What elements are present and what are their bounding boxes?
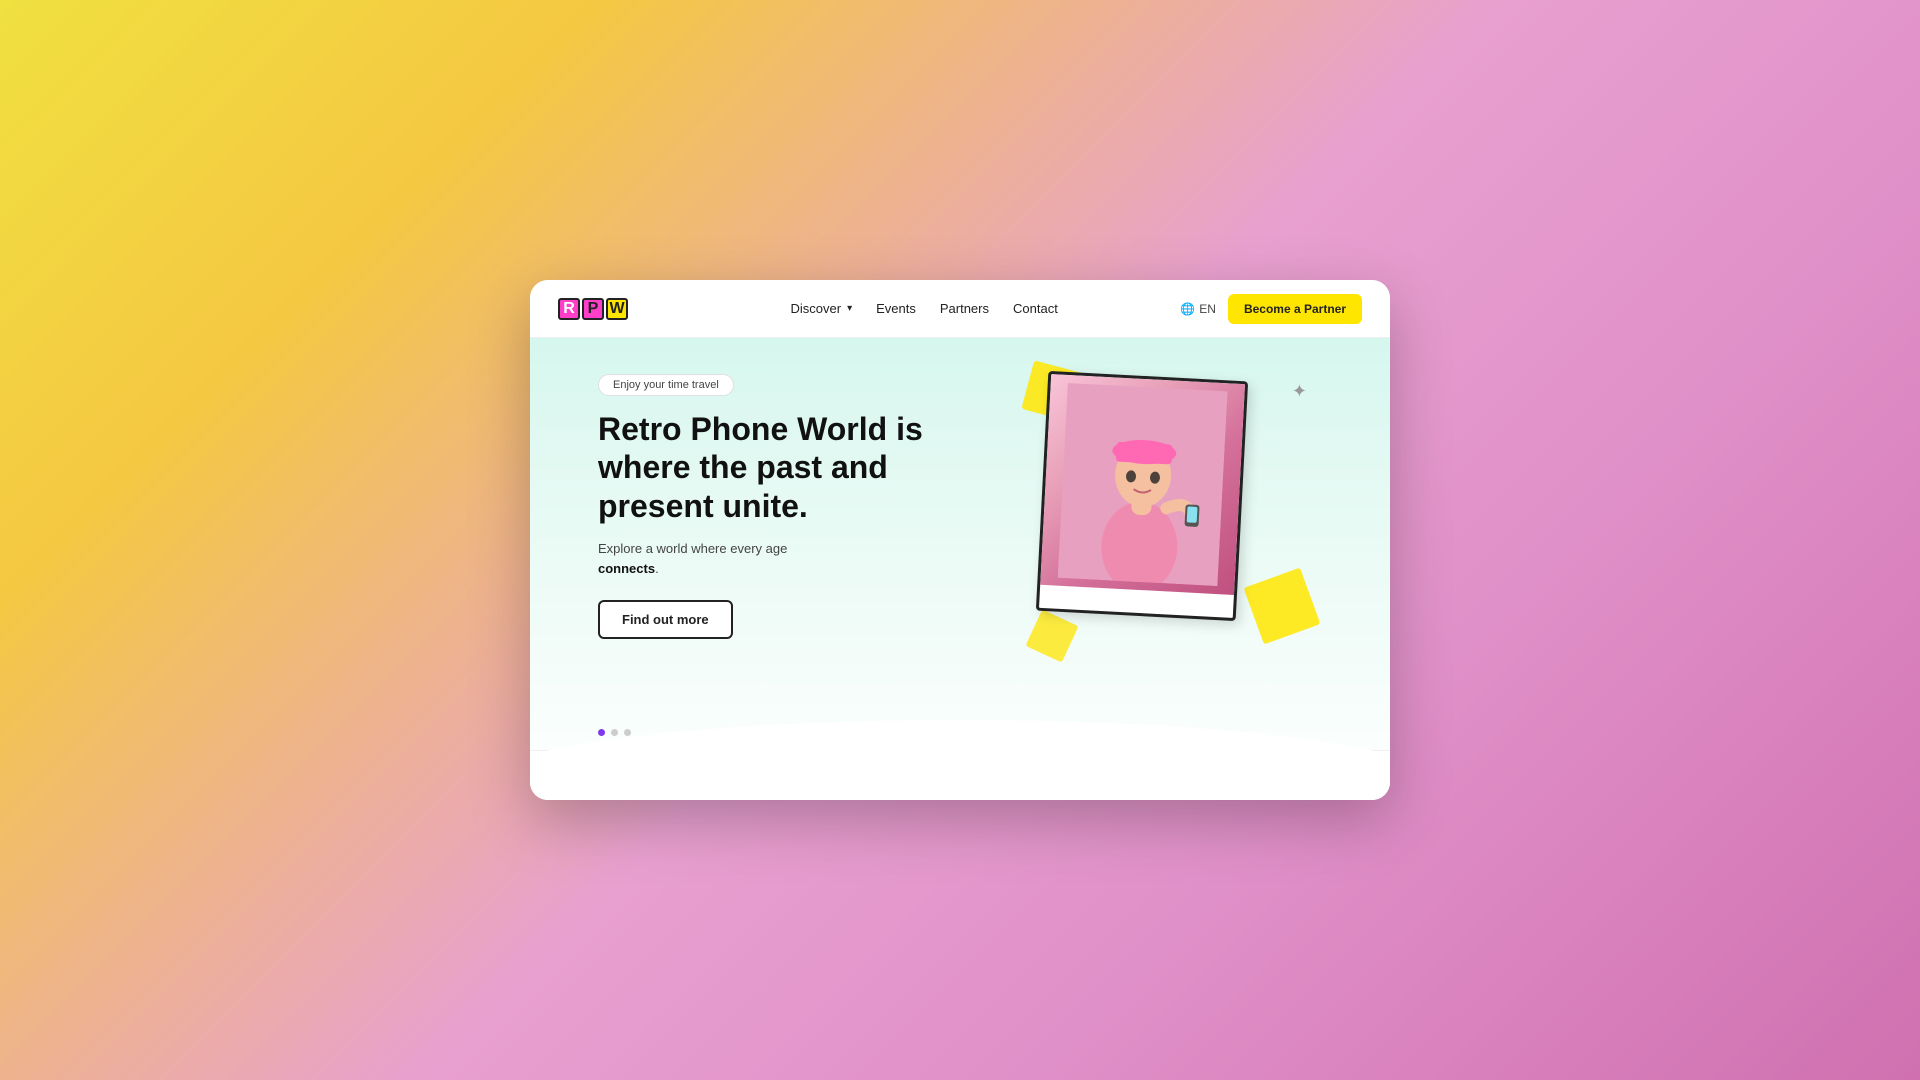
hero-badge: Enjoy your time travel xyxy=(598,374,734,396)
hero-text: Enjoy your time travel Retro Phone World… xyxy=(598,366,1022,639)
carousel-dot-1[interactable] xyxy=(598,729,605,736)
browser-window: R P W Discover Events Partners Contact 🌐… xyxy=(530,280,1390,800)
logo-p: P xyxy=(582,298,604,320)
nav-discover[interactable]: Discover xyxy=(791,301,853,316)
nav-events[interactable]: Events xyxy=(876,301,916,316)
logo-w: W xyxy=(606,298,628,320)
carousel-dot-2[interactable] xyxy=(611,729,618,736)
yellow-deco-3 xyxy=(1025,609,1078,662)
logo-r: R xyxy=(558,298,580,320)
hero-photo-polaroid xyxy=(1036,371,1248,621)
carousel-dot-3[interactable] xyxy=(624,729,631,736)
logo[interactable]: R P W xyxy=(558,298,628,320)
star-decoration: ✦ xyxy=(1292,381,1307,402)
globe-icon: 🌐 xyxy=(1180,302,1195,316)
nav-partners[interactable]: Partners xyxy=(940,301,989,316)
person-illustration xyxy=(1058,383,1228,586)
nav-right: 🌐 EN Become a Partner xyxy=(1180,294,1362,324)
hero-area: Enjoy your time travel Retro Phone World… xyxy=(530,338,1390,729)
language-selector[interactable]: 🌐 EN xyxy=(1180,302,1216,316)
navbar: R P W Discover Events Partners Contact 🌐… xyxy=(530,280,1390,338)
find-out-more-button[interactable]: Find out more xyxy=(598,600,733,639)
hero-image-area: ✦ xyxy=(1022,366,1322,676)
hero-subtitle: Explore a world where every age connects… xyxy=(598,539,878,578)
photo-inner xyxy=(1040,374,1245,594)
hero-title: Retro Phone World is where the past and … xyxy=(598,410,928,525)
main-content: Enjoy your time travel Retro Phone World… xyxy=(530,338,1390,800)
yellow-deco-2 xyxy=(1244,568,1321,645)
become-partner-button[interactable]: Become a Partner xyxy=(1228,294,1362,324)
nav-links: Discover Events Partners Contact xyxy=(668,301,1180,316)
nav-contact[interactable]: Contact xyxy=(1013,301,1058,316)
language-label: EN xyxy=(1199,302,1216,316)
